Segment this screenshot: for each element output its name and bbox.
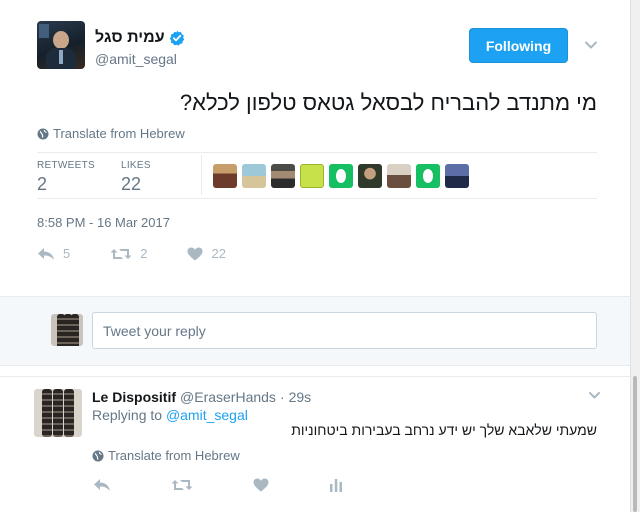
- liker-avatar[interactable]: [358, 164, 382, 188]
- translate-link[interactable]: Translate from Hebrew: [37, 126, 185, 141]
- author-display-name[interactable]: עמית סגל: [95, 29, 165, 47]
- reply-compose-area: [0, 296, 630, 366]
- reply-author-handle[interactable]: @EraserHands: [180, 389, 276, 405]
- retweets-value: 2: [37, 174, 48, 194]
- likes-stat[interactable]: LIKES 22: [121, 160, 151, 195]
- separator-dot: ·: [279, 389, 285, 405]
- reply-author-avatar[interactable]: [34, 389, 82, 437]
- current-user-avatar[interactable]: [51, 314, 83, 346]
- reply-action[interactable]: [93, 478, 111, 492]
- replying-to-line: Replying to @amit_segal: [92, 407, 248, 423]
- likers-avatars: [213, 164, 469, 188]
- heart-icon: [187, 247, 203, 261]
- liker-avatar[interactable]: [213, 164, 237, 188]
- likes-value: 22: [120, 174, 141, 194]
- reply-header: Le Dispositif @EraserHands · 29s: [92, 389, 311, 405]
- replying-to-label: Replying to: [92, 407, 163, 423]
- globe-icon: [92, 450, 104, 462]
- tweet-stats: RETWEETS 2 LIKES 22: [37, 160, 177, 195]
- reply-translate-link[interactable]: Translate from Hebrew: [92, 448, 240, 463]
- tweet-timestamp[interactable]: 8:58 PM - 16 Mar 2017: [37, 215, 170, 230]
- tweet-text: מי מתנדב להבריח לבסאל גטאס טלפון לכלא?: [179, 90, 597, 115]
- divider: [37, 198, 597, 199]
- retweet-count: 2: [140, 246, 148, 261]
- analytics-action[interactable]: [329, 478, 343, 492]
- reply-translate-label: Translate from Hebrew: [108, 448, 240, 463]
- reply-text: שמעתי שלאבא שלך יש ידע נרחב בעבירות ביטח…: [291, 422, 597, 438]
- retweets-stat[interactable]: RETWEETS 2: [37, 160, 95, 195]
- like-count: 22: [211, 246, 226, 261]
- retweet-action[interactable]: 2: [110, 246, 147, 261]
- reply-timestamp[interactable]: 29s: [289, 389, 312, 405]
- divider: [37, 152, 597, 153]
- reply-tweet: Le Dispositif @EraserHands · 29s Replyin…: [0, 376, 630, 512]
- author-handle[interactable]: @amit_segal: [95, 51, 177, 67]
- reply-count: 5: [63, 246, 71, 261]
- main-tweet: עמית סגל @amit_segal Following מי מתנדב …: [0, 0, 630, 296]
- author-name-row[interactable]: עמית סגל: [95, 28, 185, 48]
- reply-input[interactable]: [92, 312, 597, 349]
- chevron-down-icon[interactable]: [588, 389, 601, 402]
- liker-avatar[interactable]: [271, 164, 295, 188]
- like-action[interactable]: 22: [187, 246, 226, 261]
- verified-badge-icon: [169, 30, 185, 46]
- following-button[interactable]: Following: [469, 28, 568, 63]
- liker-avatar[interactable]: [242, 164, 266, 188]
- retweet-action[interactable]: [171, 478, 193, 492]
- retweets-label: RETWEETS: [37, 160, 95, 171]
- retweet-icon: [171, 478, 193, 492]
- liker-avatar[interactable]: [300, 164, 324, 188]
- stats-separator: [201, 155, 202, 195]
- reply-icon: [37, 247, 55, 261]
- reply-icon: [93, 478, 111, 492]
- heart-icon: [253, 478, 269, 492]
- like-action[interactable]: [253, 478, 269, 492]
- default-egg-avatar[interactable]: [329, 164, 353, 188]
- chevron-down-icon[interactable]: [584, 38, 598, 52]
- tweet-actions: 5 2 22: [37, 246, 266, 261]
- author-avatar[interactable]: [37, 21, 85, 69]
- analytics-bars-icon: [329, 478, 343, 492]
- liker-avatar[interactable]: [387, 164, 411, 188]
- scrollbar-thumb[interactable]: [633, 376, 637, 512]
- likes-label: LIKES: [120, 160, 151, 171]
- replying-to-mention[interactable]: @amit_segal: [166, 407, 248, 423]
- reply-action[interactable]: 5: [37, 246, 70, 261]
- default-egg-avatar[interactable]: [416, 164, 440, 188]
- reply-actions: [93, 478, 403, 492]
- liker-avatar[interactable]: [445, 164, 469, 188]
- retweet-icon: [110, 247, 132, 261]
- translate-label: Translate from Hebrew: [53, 126, 185, 141]
- reply-author-name[interactable]: Le Dispositif: [92, 389, 176, 405]
- globe-icon: [37, 128, 49, 140]
